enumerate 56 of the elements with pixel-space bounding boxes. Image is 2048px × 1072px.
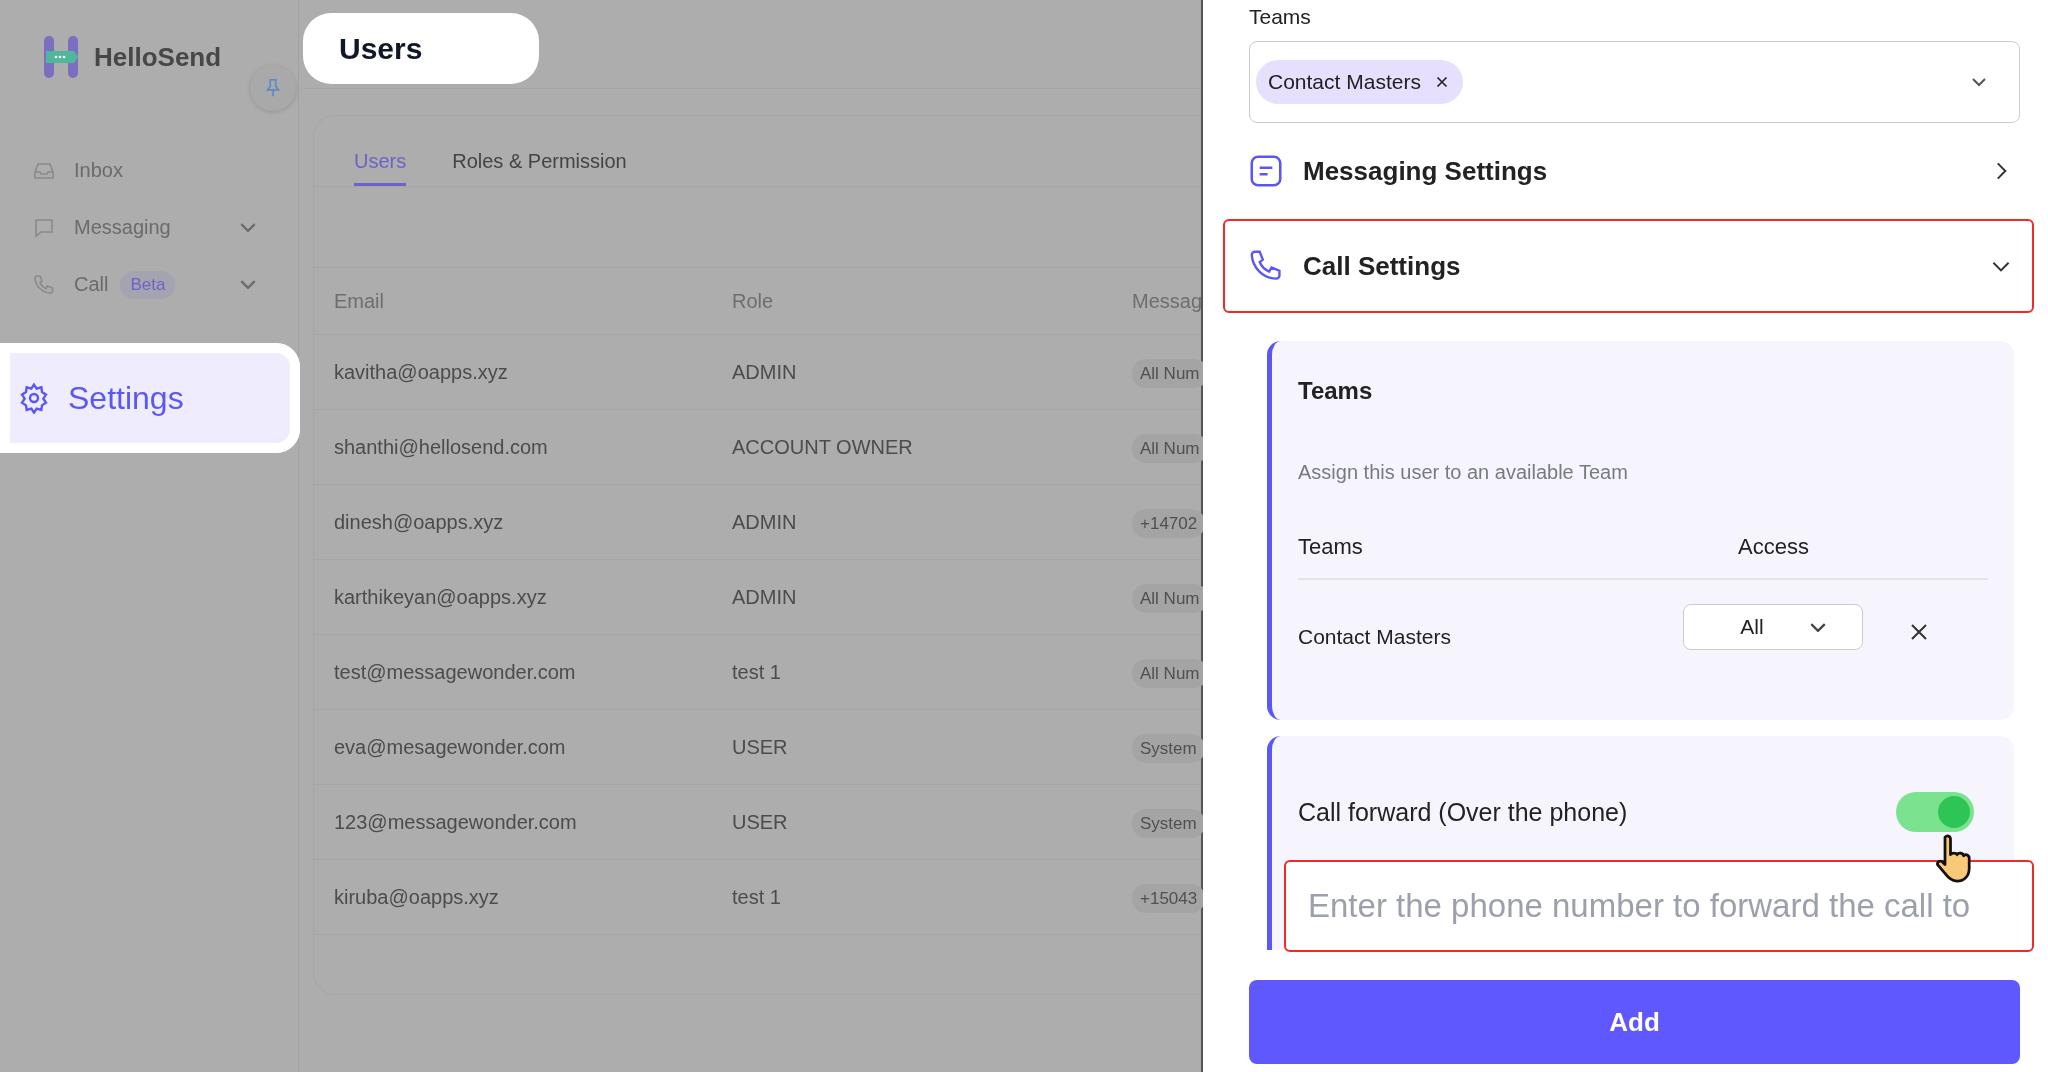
phone-icon [32,272,56,297]
table-cell-text: ADMIN [732,510,798,534]
teams-select[interactable]: Contact Masters [1249,41,2020,123]
table-cell-text: shanthi@hellosend.com [334,435,549,459]
settings-section[interactable]: Messaging Settings [1223,127,2034,215]
card-description: Assign this user to an available Team [1298,461,1629,484]
settings-section[interactable]: Call Settings [1223,219,2034,313]
nav-item[interactable]: Inbox [0,142,298,199]
brand-name: HelloSend [94,41,222,73]
table-cell-text: test 1 [732,885,782,909]
access-dropdown[interactable]: All [1683,604,1863,650]
chevron-down-icon [1809,622,1826,632]
table-cell-text: eva@mesagewonder.com [334,735,567,759]
table-cell-text: ADMIN [732,360,798,384]
column-header: Email [334,289,385,313]
table-cell-text: dinesh@oapps.xyz [334,510,505,534]
column-header: Teams [1298,534,1364,560]
table-cell-text: 123@messagewonder.com [334,810,578,834]
number-tag: System [1132,808,1205,838]
add-button[interactable]: Add [1249,980,2020,1064]
number-tag: +15043 [1132,883,1206,913]
logo-icon [44,36,78,78]
number-tag: +14702 [1132,508,1206,538]
table-cell-text: karthikeyan@oapps.xyz [334,585,548,609]
team-name: Contact Masters [1298,624,1452,649]
nav-label: Messaging [74,216,171,239]
tab[interactable]: Users [354,150,407,186]
table-cell-text: kavitha@oapps.xyz [334,360,509,384]
beta-badge: Beta [120,270,176,299]
number-tag: System [1132,733,1205,763]
table-cell-text: ADMIN [732,585,798,609]
toggle-switch[interactable] [1896,792,1974,832]
field-label: Teams [1249,5,1312,29]
settings-icon [18,382,50,414]
tab[interactable]: Roles & Permission [452,150,627,186]
nav-label: Settings [68,379,184,417]
nav-item[interactable]: Call Beta [0,256,298,313]
page-title: Users [303,13,539,84]
nav-item[interactable]: Settings [0,343,300,453]
nav-item[interactable]: Messaging [0,199,298,256]
message-icon [1247,152,1285,190]
table-cell-text: USER [732,810,789,834]
column-header: Access [1738,534,1809,560]
table-cell-text: test@messagewonder.com [334,660,577,684]
column-header: Role [732,289,775,313]
table-cell-text: ACCOUNT OWNER [732,435,914,459]
phone-input[interactable]: Enter the phone number to forward the call to [1284,860,2034,952]
table-cell-text: test 1 [732,660,782,684]
toggle-label: Call forward (Over the phone) [1298,797,1628,827]
table-cell-text: USER [732,735,789,759]
team-chip: Contact Masters [1256,60,1463,104]
nav-label: Call [74,273,109,296]
column-header: Messag [1132,289,1203,313]
nav-label: Inbox [74,159,123,182]
table-cell-text: kiruba@oapps.xyz [334,885,500,909]
card-title: Teams [1298,377,1374,405]
